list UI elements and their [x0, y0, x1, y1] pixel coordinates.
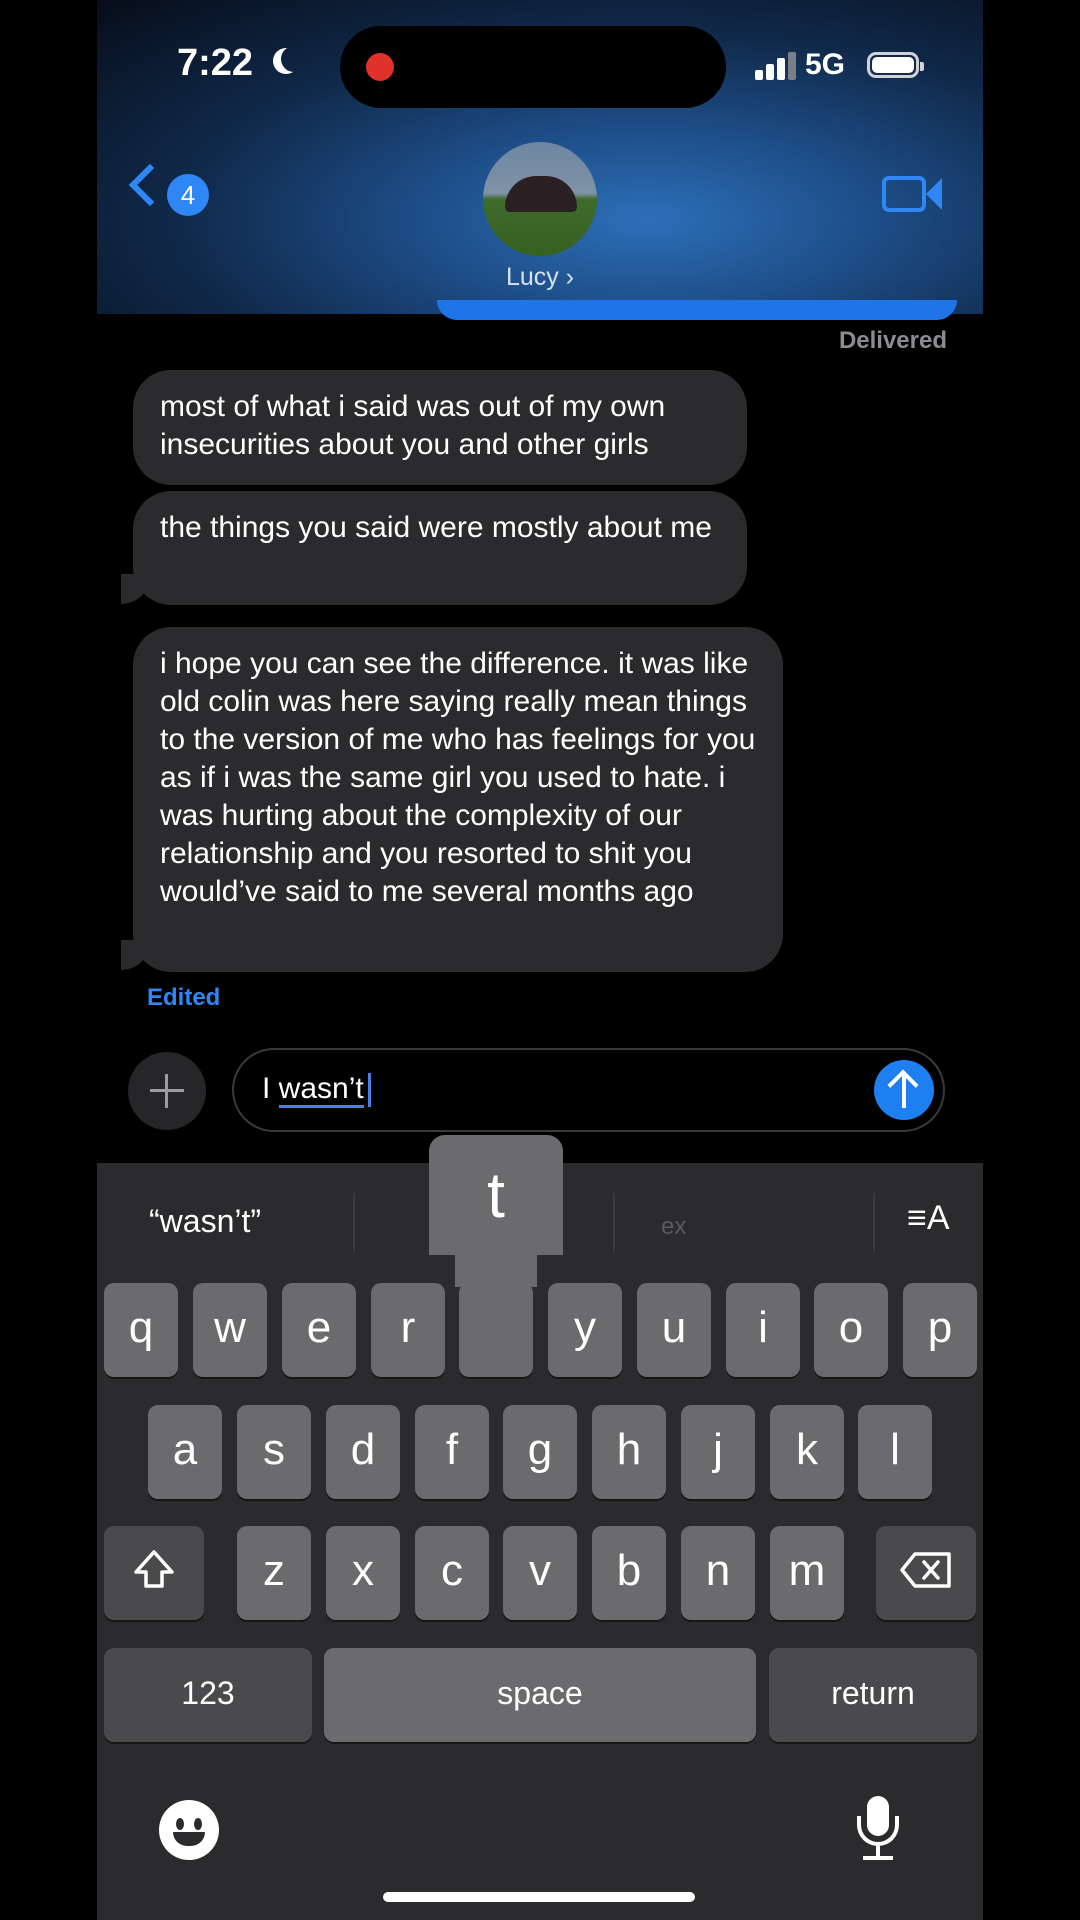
microphone-foot [863, 1856, 893, 1860]
key-t[interactable] [459, 1283, 533, 1377]
autocorrect-word: wasn’t [278, 1072, 364, 1108]
avatar-photo-subject [505, 176, 577, 212]
key-e[interactable]: e [282, 1283, 356, 1377]
key-m[interactable]: m [770, 1526, 844, 1620]
suggestion-3[interactable]: ex [661, 1213, 686, 1241]
key-b[interactable]: b [592, 1526, 666, 1620]
key-x[interactable]: x [326, 1526, 400, 1620]
key-z[interactable]: z [237, 1526, 311, 1620]
delivered-status: Delivered [838, 327, 947, 354]
key-w[interactable]: w [193, 1283, 267, 1377]
key-a[interactable]: a [148, 1405, 222, 1499]
key-h[interactable]: h [592, 1405, 666, 1499]
text-format-icon[interactable]: ≡A [907, 1199, 950, 1238]
key-u[interactable]: u [637, 1283, 711, 1377]
conversation-header: 7:22 5G 4 Lucy › [97, 0, 983, 314]
key-q[interactable]: q [104, 1283, 178, 1377]
add-attachment-button[interactable] [128, 1052, 206, 1130]
key-n[interactable]: n [681, 1526, 755, 1620]
received-message-bubble[interactable]: the things you said were mostly about me [133, 491, 747, 605]
key-popup-stem [455, 1255, 537, 1287]
signal-icon [755, 50, 796, 80]
key-l[interactable]: l [858, 1405, 932, 1499]
message-input[interactable]: I wasn’t [232, 1048, 945, 1132]
unread-count-badge: 4 [167, 174, 209, 216]
message-input-text: I wasn’t [262, 1072, 371, 1108]
bubble-tail [121, 574, 151, 604]
key-p[interactable]: p [903, 1283, 977, 1377]
emoji-icon[interactable] [159, 1800, 219, 1860]
key-r[interactable]: r [371, 1283, 445, 1377]
video-camera-lens-icon [926, 178, 942, 210]
key-s[interactable]: s [237, 1405, 311, 1499]
edited-label[interactable]: Edited [147, 984, 220, 1012]
contact-avatar[interactable] [483, 142, 597, 256]
chevron-left-icon [128, 163, 172, 207]
key-v[interactable]: v [503, 1526, 577, 1620]
arrow-up-head [887, 1069, 919, 1101]
key-j[interactable]: j [681, 1405, 755, 1499]
message-text: the things you said were mostly about me [160, 511, 712, 544]
key-c[interactable]: c [415, 1526, 489, 1620]
shift-key[interactable] [104, 1526, 204, 1620]
suggestion-divider [353, 1193, 355, 1251]
delete-key[interactable] [876, 1526, 976, 1620]
space-key[interactable]: space [324, 1648, 756, 1742]
shift-arrow-icon [134, 1550, 174, 1589]
status-time: 7:22 [177, 42, 254, 84]
key-y[interactable]: y [548, 1283, 622, 1377]
emoji-mouth [173, 1832, 205, 1846]
phone-screen: 7:22 5G 4 Lucy › Delivered most of what … [97, 0, 983, 1920]
key-o[interactable]: o [814, 1283, 888, 1377]
received-message-bubble[interactable]: i hope you can see the difference. it wa… [133, 627, 783, 972]
received-message-bubble[interactable]: most of what i said was out of my own in… [133, 370, 747, 485]
home-indicator[interactable] [383, 1892, 695, 1902]
network-label: 5G [805, 48, 846, 81]
input-prefix: I [262, 1072, 279, 1105]
key-g[interactable]: g [503, 1405, 577, 1499]
moon-icon [281, 46, 307, 72]
key-i[interactable]: i [726, 1283, 800, 1377]
contact-name[interactable]: Lucy › [97, 263, 983, 292]
key-popup-t: t [429, 1135, 563, 1255]
battery-icon [867, 52, 924, 78]
suggestion-divider [873, 1193, 875, 1251]
dynamic-island [340, 26, 726, 108]
numbers-key[interactable]: 123 [104, 1648, 312, 1742]
send-button[interactable] [874, 1060, 934, 1120]
message-text: most of what i said was out of my own in… [160, 390, 666, 461]
return-key[interactable]: return [769, 1648, 977, 1742]
delete-backspace-icon [900, 1552, 951, 1589]
bubble-tail [121, 940, 151, 970]
recording-dot [366, 53, 394, 81]
text-caret [367, 1073, 371, 1108]
key-d[interactable]: d [326, 1405, 400, 1499]
message-text: i hope you can see the difference. it wa… [160, 647, 756, 908]
suggestion-divider [613, 1193, 615, 1251]
video-camera-icon [882, 176, 926, 212]
key-f[interactable]: f [415, 1405, 489, 1499]
key-k[interactable]: k [770, 1405, 844, 1499]
suggestion-1[interactable]: “wasn’t” [149, 1203, 261, 1240]
sent-message-bubble-partial[interactable] [437, 300, 957, 320]
